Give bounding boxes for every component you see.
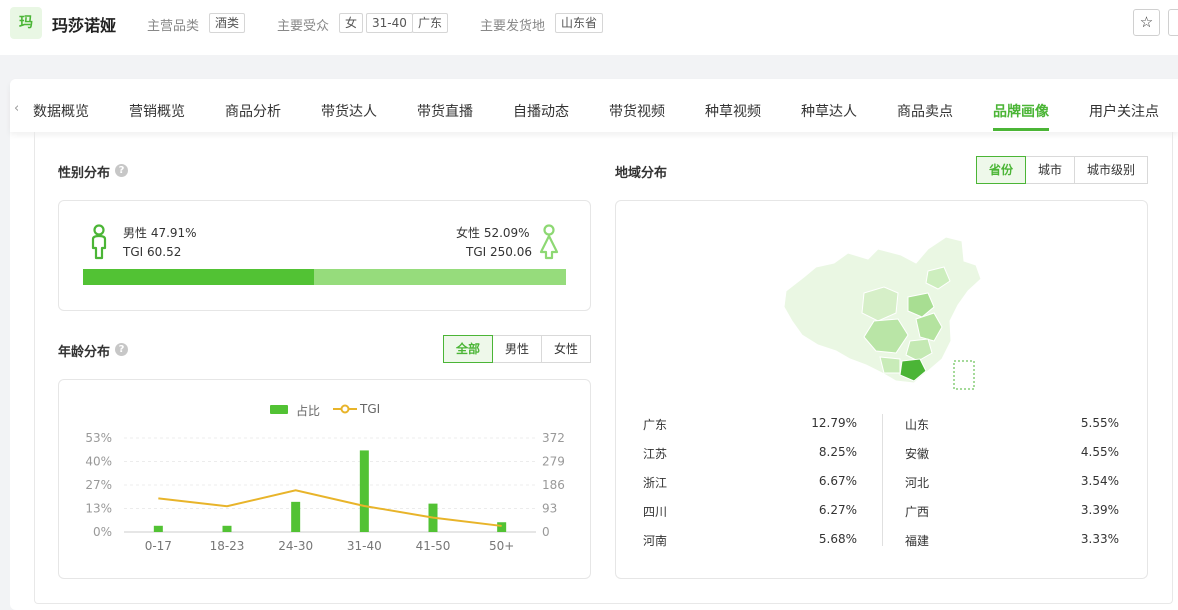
region-name-4: 四川 xyxy=(643,505,668,519)
tab-sales-videos[interactable]: 带货视频 xyxy=(609,101,665,121)
male-icon xyxy=(91,224,107,260)
female-tgi: TGI 250.06 xyxy=(466,245,532,259)
female-icon xyxy=(539,224,559,260)
region-name-10: 福建 xyxy=(905,534,930,548)
x-tick-label: 31-40 xyxy=(347,539,382,553)
y-left-tick-label: 27% xyxy=(85,478,112,492)
bar-share xyxy=(153,525,163,532)
region-value-4: 6.27% xyxy=(818,503,857,517)
x-tick-label: 0-17 xyxy=(145,539,172,553)
ship-from-tag: 山东省 xyxy=(555,13,604,33)
region-value-9: 3.39% xyxy=(1080,503,1119,517)
age-title: 年龄分布 xyxy=(58,345,111,360)
legend-tgi-label: TGI xyxy=(360,402,381,416)
male-tgi: TGI 60.52 xyxy=(123,245,182,259)
region-name-3: 浙江 xyxy=(643,476,668,490)
y-left-tick-label: 0% xyxy=(93,525,112,539)
region-name-9: 广西 xyxy=(905,505,930,519)
age-filter-male[interactable]: 男性 xyxy=(492,335,542,363)
tab-product-analysis[interactable]: 商品分析 xyxy=(225,101,281,121)
bar-share xyxy=(222,525,232,532)
male-share: 男性 47.91% xyxy=(123,226,197,240)
region-name-2: 江苏 xyxy=(643,447,668,461)
y-right-tick-label: 186 xyxy=(542,478,565,492)
audience-label: 主要受众 xyxy=(277,19,330,34)
x-tick-label: 24-30 xyxy=(278,539,313,553)
tab-brand-portrait[interactable]: 品牌画像 xyxy=(993,101,1049,121)
x-tick-label: 18-23 xyxy=(210,539,245,553)
ship-from-label: 主要发货地 xyxy=(480,19,546,34)
tab-data-overview[interactable]: 数据概览 xyxy=(33,101,89,121)
region-filter-city[interactable]: 城市 xyxy=(1025,156,1075,184)
bar-share xyxy=(359,450,369,532)
region-value-1: 12.79% xyxy=(811,416,857,430)
region-name-6: 山东 xyxy=(905,418,930,432)
more-button[interactable] xyxy=(1168,9,1178,36)
region-value-8: 3.54% xyxy=(1080,474,1119,488)
tab-self-live[interactable]: 自播动态 xyxy=(513,101,569,121)
tab-seeding-videos[interactable]: 种草视频 xyxy=(705,101,761,121)
tab-marketing-overview[interactable]: 营销概览 xyxy=(129,101,185,121)
category-tag: 酒类 xyxy=(209,13,246,33)
male-share-bar xyxy=(83,269,315,285)
gender-title: 性别分布 xyxy=(58,166,111,181)
legend-share-label: 占比 xyxy=(296,404,321,418)
favorite-button[interactable]: ☆ xyxy=(1133,9,1160,36)
region-value-3: 6.67% xyxy=(818,474,857,488)
tab-user-concerns[interactable]: 用户关注点 xyxy=(1089,101,1159,121)
tab-live-sales[interactable]: 带货直播 xyxy=(417,101,473,121)
region-value-10: 3.33% xyxy=(1080,532,1119,546)
region-value-7: 4.55% xyxy=(1080,445,1119,459)
chevron-left-icon[interactable]: ‹ xyxy=(14,101,19,116)
region-name-1: 广东 xyxy=(643,418,668,432)
age-filter-female[interactable]: 女性 xyxy=(541,335,591,363)
brand-name: 玛莎诺娅 xyxy=(52,16,117,35)
brand-logo: 玛 xyxy=(10,7,42,39)
x-tick-label: 41-50 xyxy=(416,539,451,553)
y-left-tick-label: 13% xyxy=(85,502,112,516)
legend-tgi-swatch xyxy=(333,404,357,414)
category-label: 主营品类 xyxy=(147,19,200,34)
china-map xyxy=(783,236,982,390)
audience-tag-gender: 女 xyxy=(339,13,364,33)
help-icon[interactable]: ? xyxy=(115,343,128,356)
y-left-tick-label: 53% xyxy=(85,431,112,445)
bar-share xyxy=(497,522,507,532)
region-name-8: 河北 xyxy=(905,476,930,490)
y-right-tick-label: 279 xyxy=(542,455,565,469)
tab-selling-points[interactable]: 商品卖点 xyxy=(897,101,953,121)
region-value-2: 8.25% xyxy=(818,445,857,459)
y-left-tick-label: 40% xyxy=(85,455,112,469)
y-right-tick-label: 372 xyxy=(542,431,565,445)
region-list-divider xyxy=(882,414,883,546)
age-filter-all[interactable]: 全部 xyxy=(443,335,493,363)
audience-tag-region: 广东 xyxy=(412,13,449,33)
active-tab-indicator xyxy=(993,128,1049,131)
audience-tag-age: 31-40 xyxy=(366,13,413,33)
star-icon: ☆ xyxy=(1139,13,1154,31)
y-right-tick-label: 0 xyxy=(542,525,550,539)
y-right-tick-label: 93 xyxy=(542,502,557,516)
x-tick-label: 50+ xyxy=(489,539,514,553)
tab-seeding-influencers[interactable]: 种草达人 xyxy=(801,101,857,121)
region-value-5: 5.68% xyxy=(818,532,857,546)
tab-sales-influencers[interactable]: 带货达人 xyxy=(321,101,377,121)
help-icon[interactable]: ? xyxy=(115,164,128,177)
brand-header: 玛 玛莎诺娅 主营品类 酒类 主要受众 女 31-40 广东 主要发货地 山东省… xyxy=(0,0,1178,55)
region-name-7: 安徽 xyxy=(905,447,930,461)
bar-share xyxy=(291,501,301,532)
region-filter-city-tier[interactable]: 城市级别 xyxy=(1074,156,1148,184)
legend-share-swatch xyxy=(270,405,288,414)
age-chart: 53% 372 40% 279 27% 186 13% 93 0% 0 0-17 18-23 24-30… xyxy=(85,431,565,553)
region-name-5: 河南 xyxy=(643,534,668,548)
region-value-6: 5.55% xyxy=(1080,416,1119,430)
region-filter-province[interactable]: 省份 xyxy=(976,156,1026,184)
region-title: 地域分布 xyxy=(615,166,668,181)
female-share: 女性 52.09% xyxy=(456,226,530,240)
